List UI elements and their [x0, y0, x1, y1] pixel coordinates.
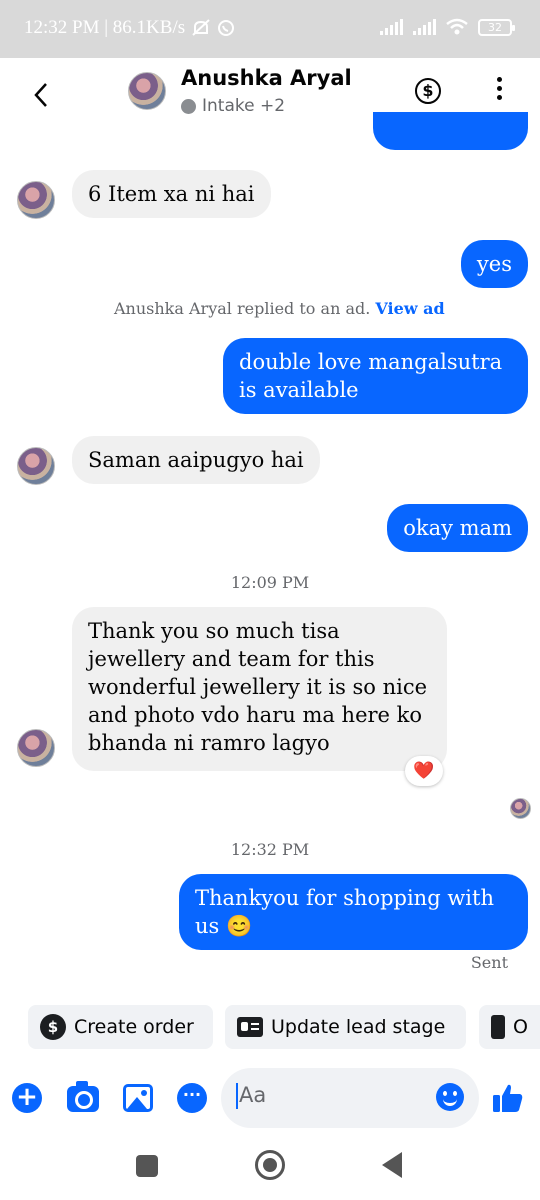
- message-bubble-outgoing[interactable]: Thankyou for shopping with us 😊: [179, 874, 528, 950]
- message-status: Sent: [470, 953, 508, 972]
- contact-subtitle[interactable]: Intake +2: [181, 96, 285, 116]
- create-order-button[interactable]: $ Create order: [28, 1005, 213, 1049]
- camera-icon[interactable]: [67, 1081, 99, 1112]
- status-time-speed: 12:32 PM | 86.1KB/s: [24, 17, 186, 38]
- heart-reaction-icon[interactable]: ❤️: [405, 756, 443, 786]
- contact-avatar[interactable]: [17, 181, 55, 219]
- home-button[interactable]: [255, 1150, 285, 1180]
- wifi-icon: [446, 18, 468, 35]
- message-bubble-outgoing[interactable]: okay mam: [387, 504, 528, 552]
- message-bubble-incoming[interactable]: 6 Item xa ni hai: [72, 170, 271, 218]
- gallery-icon[interactable]: [123, 1084, 153, 1112]
- message-bubble-outgoing[interactable]: double love mangalsutra is available: [223, 338, 528, 414]
- more-icon[interactable]: ···: [177, 1083, 207, 1113]
- message-bubble-outgoing-partial: [373, 112, 528, 150]
- read-receipt-avatar: [510, 798, 531, 819]
- mute-icon: [192, 19, 210, 36]
- recents-button[interactable]: [136, 1155, 158, 1177]
- contact-name[interactable]: Anushka Aryal: [181, 66, 352, 90]
- quick-action-overflow-label: O: [513, 1016, 528, 1038]
- back-arrow-icon[interactable]: [30, 78, 54, 112]
- nav-back-button[interactable]: [382, 1152, 402, 1178]
- more-vertical-icon[interactable]: [495, 77, 503, 105]
- contact-avatar[interactable]: [17, 447, 55, 485]
- message-bubble-incoming[interactable]: Saman aaipugyo hai: [72, 436, 320, 484]
- signal-icon: [380, 19, 403, 35]
- whatsapp-icon: [218, 20, 235, 36]
- view-ad-link[interactable]: View ad: [375, 299, 444, 318]
- message-composer: + ··· Aa: [0, 1066, 540, 1130]
- message-bubble-outgoing[interactable]: yes: [460, 240, 528, 288]
- emoji-icon[interactable]: [436, 1083, 464, 1111]
- plus-icon[interactable]: +: [12, 1083, 42, 1113]
- list-icon: [491, 1015, 506, 1039]
- contact-avatar[interactable]: [17, 729, 55, 767]
- dollar-icon[interactable]: $: [415, 78, 441, 104]
- timestamp: 12:09 PM: [230, 573, 310, 592]
- ad-reply-text: Anushka Aryal replied to an ad.: [114, 299, 371, 318]
- contact-card-icon: [237, 1017, 263, 1037]
- battery-icon: 32: [478, 18, 515, 36]
- ad-reply-notice: Anushka Aryal replied to an ad. View ad: [114, 299, 445, 318]
- create-order-label: Create order: [74, 1016, 194, 1038]
- signal-icon: [413, 19, 436, 35]
- update-lead-stage-button[interactable]: Update lead stage: [225, 1005, 466, 1049]
- system-nav-bar: [0, 1134, 540, 1200]
- thumbs-up-icon[interactable]: [492, 1082, 524, 1114]
- text-caret: [236, 1083, 238, 1109]
- status-dot-icon: [181, 98, 196, 114]
- quick-action-overflow-button[interactable]: O: [479, 1005, 540, 1049]
- lead-stage-label: Intake +2: [202, 96, 286, 116]
- avatar[interactable]: [128, 72, 166, 110]
- message-input-placeholder: Aa: [239, 1083, 267, 1107]
- dollar-circle-icon: $: [40, 1014, 66, 1040]
- update-lead-stage-label: Update lead stage: [271, 1016, 446, 1038]
- status-bar: 12:32 PM | 86.1KB/s 32: [0, 0, 540, 58]
- timestamp: 12:32 PM: [230, 840, 310, 859]
- message-bubble-incoming[interactable]: Thank you so much tisa jewellery and tea…: [72, 607, 447, 771]
